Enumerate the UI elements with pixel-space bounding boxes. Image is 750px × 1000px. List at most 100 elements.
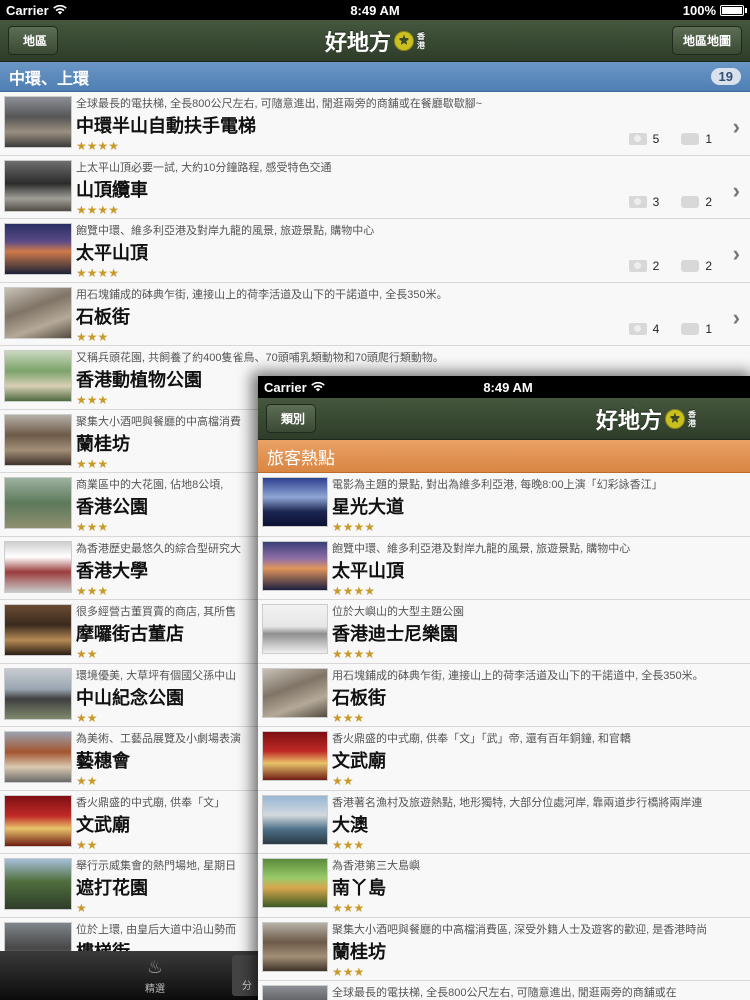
app-title-text: 好地方 <box>324 29 391 55</box>
place-thumbnail <box>262 540 328 591</box>
list-item[interactable]: 飽覽中環、維多利亞港及對岸九龍的風景, 旅遊景點, 購物中心 太平山頂 ★★★★ 2 2… <box>0 219 750 283</box>
place-thumbnail <box>262 604 328 654</box>
list-item[interactable]: 香港著名漁村及旅遊熱點, 地形獨特, 大部分位處河岸, 靠兩道步行橋將兩岸連 大澳… <box>258 790 750 854</box>
comment-icon <box>681 323 700 335</box>
region-map-button[interactable]: 地區地圖 <box>671 26 742 55</box>
back-button-region[interactable]: 地區 <box>8 26 59 55</box>
place-thumbnail <box>262 921 328 972</box>
place-thumbnail <box>4 540 72 593</box>
place-thumbnail <box>4 858 72 910</box>
battery-percent: 100% <box>682 2 716 18</box>
chevron-right-icon: › <box>732 241 740 266</box>
place-thumbnail <box>4 731 72 783</box>
logo-sub: 香 港 <box>688 409 696 428</box>
logo-sub: 香 港 <box>417 31 425 50</box>
status-bar: Carrier 8:49 AM 100% <box>0 0 750 20</box>
place-thumbnail <box>4 413 72 466</box>
camera-icon <box>628 196 647 208</box>
rating-stars: ★★★★ <box>332 647 376 661</box>
nav-bar: 地區 好地方 ★ 香 港 地區地圖 <box>0 20 750 62</box>
camera-icon <box>628 259 647 272</box>
list-item[interactable]: 上太平山頂必要一試, 大約10分鐘路程, 感受特色交通 山頂纜車 ★★★★ 3 2 › <box>0 155 750 219</box>
comment-count: 2 <box>705 195 712 209</box>
place-name: 石板街 <box>332 687 386 708</box>
list-item[interactable]: 飽覽中環、維多利亞港及對岸九龍的風景, 旅遊景點, 購物中心 太平山頂 ★★★★ <box>258 536 750 600</box>
rating-stars: ★★★ <box>332 964 365 979</box>
rating-stars: ★★ <box>332 774 354 788</box>
place-name: 南丫島 <box>332 878 386 898</box>
list-item[interactable]: 用石塊鋪成的砵典乍街, 連接山上的荷李活道及山下的干諾道中, 全長350米。石板… <box>258 663 750 727</box>
place-description: 上太平山頂必要一試, 大約10分鐘路程, 感受特色交通 <box>76 161 332 174</box>
photo-count: 5 <box>652 131 660 146</box>
carrier-label: Carrier <box>6 2 49 18</box>
chevron-right-icon: › <box>732 114 740 139</box>
place-description: 位於大嶼山的大型主題公園 <box>332 606 464 618</box>
chevron-right-icon: › <box>732 177 740 203</box>
place-thumbnail <box>4 350 72 402</box>
place-name: 文武廟 <box>332 751 386 771</box>
place-name: 星光大道 <box>332 497 404 517</box>
place-description: 香港著名漁村及旅遊熱點, 地形獨特, 大部分位處河岸, 靠兩道步行橋將兩岸連 <box>332 796 703 809</box>
list-item[interactable]: 香火鼎盛的中式廟, 供奉「文」「武」帝, 還有百年銅鐘, 和官轎文武廟 ★★ <box>258 727 750 791</box>
app-title-text: 好地方 <box>595 407 662 433</box>
star-logo-icon: ★ <box>665 408 685 429</box>
front-screen: Carrier 8:49 AM 類別 好地方 ★ 香 港 旅客熱點 電影為主題的… <box>258 376 750 1000</box>
place-name: 蘭桂坊 <box>332 941 386 962</box>
section-title: 中環、上環 <box>9 70 90 88</box>
place-description: 用石塊鋪成的砵典乍街, 連接山上的荷李活道及山下的干諾道中, 全長350米。 <box>332 669 704 682</box>
section-header: 旅客熱點 <box>258 440 750 473</box>
place-description: 飽覽中環、維多利亞港及對岸九龍的風景, 旅遊景點, 購物中心 <box>332 542 631 555</box>
place-name: 香港迪士尼樂園 <box>332 624 458 644</box>
list-item[interactable]: 電影為主題的景點, 對出為維多利亞港, 每晚8:00上演「幻彩詠香江」 星光大道 ★… <box>258 473 750 537</box>
place-thumbnail <box>4 223 72 275</box>
list-item[interactable]: 全球最長的電扶梯, 全長800公尺左右, 可隨意進出, 閒逛兩旁的商舖或在 <box>258 981 750 1000</box>
carrier-label: Carrier <box>264 379 307 395</box>
place-description: 全球最長的電扶梯, 全長800公尺左右, 可隨意進出, 閒逛兩旁的商舖或在 <box>332 987 677 999</box>
battery-fill <box>722 6 742 14</box>
app-title: 好地方 ★ 香 港 <box>258 403 750 435</box>
category-back-button[interactable]: 類別 <box>266 404 317 433</box>
place-thumbnail <box>4 604 72 656</box>
place-description: 為香港第三大島嶼 <box>332 860 420 872</box>
place-description: 用石塊鋪成的砵典乍街, 連接山上的荷李活道及山下的干諾道中, 全長350米。 <box>76 288 448 301</box>
row-meta: 32 <box>628 195 712 209</box>
list-item[interactable]: 為香港第三大島嶼 南丫島 ★★★ <box>258 854 750 918</box>
place-thumbnail <box>262 858 328 908</box>
comment-count: 1 <box>705 322 712 336</box>
photo-count: 2 <box>652 258 660 273</box>
star-logo-icon: ★ <box>394 30 414 51</box>
status-time: 8:49 AM <box>483 379 533 395</box>
comment-icon <box>681 196 700 208</box>
place-list: 電影為主題的景點, 對出為維多利亞港, 每晚8:00上演「幻彩詠香江」 星光大道 ★… <box>258 473 750 1000</box>
tab-featured[interactable]: ♨ 精選 <box>100 951 210 1000</box>
comment-count: 1 <box>705 131 712 146</box>
place-description: 香火鼎盛的中式廟, 供奉「文」「武」帝, 還有百年銅鐘, 和官轎 <box>332 733 631 745</box>
chevron-right-icon: › <box>732 304 740 330</box>
camera-icon <box>628 323 647 335</box>
wifi-icon <box>310 382 325 392</box>
status-bar: Carrier 8:49 AM <box>258 376 750 398</box>
comment-icon <box>681 132 700 145</box>
place-thumbnail <box>262 985 328 1000</box>
place-thumbnail <box>4 667 72 720</box>
list-item[interactable]: 全球最長的電扶梯, 全長800公尺左右, 可隨意進出, 閒逛兩旁的商舖或在餐廳歇… <box>0 92 750 156</box>
comment-count: 2 <box>705 258 712 273</box>
place-thumbnail <box>4 96 72 148</box>
tab-featured-label: 精選 <box>145 983 165 995</box>
place-thumbnail <box>262 477 328 527</box>
nav-bar: 類別 好地方 ★ 香 港 <box>258 398 750 440</box>
rating-stars: ★★★★ <box>332 583 376 598</box>
list-item[interactable]: 位於大嶼山的大型主題公園香港迪士尼樂園 ★★★★ <box>258 600 750 664</box>
place-thumbnail <box>262 731 328 781</box>
wifi-icon <box>52 5 67 15</box>
section-header: 中環、上環 19 <box>0 62 750 92</box>
comment-icon <box>681 259 700 272</box>
tab-category-label: 分 <box>242 981 252 992</box>
list-item[interactable]: 聚集大小酒吧與餐廳的中高檔消費區, 深受外籍人士及遊客的歡迎, 是香港時尚 蘭桂坊… <box>258 917 750 981</box>
place-thumbnail <box>262 794 328 845</box>
place-description: 又稱兵頭花園, 共飼養了約400隻雀鳥、70頭哺乳類動物和70頭爬行類動物。 <box>76 352 444 364</box>
flame-icon: ♨ <box>146 956 164 977</box>
section-title: 旅客熱點 <box>267 448 335 468</box>
status-time: 8:49 AM <box>350 2 400 18</box>
list-item[interactable]: 用石塊鋪成的砵典乍街, 連接山上的荷李活道及山下的干諾道中, 全長350米。 石板… <box>0 282 750 346</box>
